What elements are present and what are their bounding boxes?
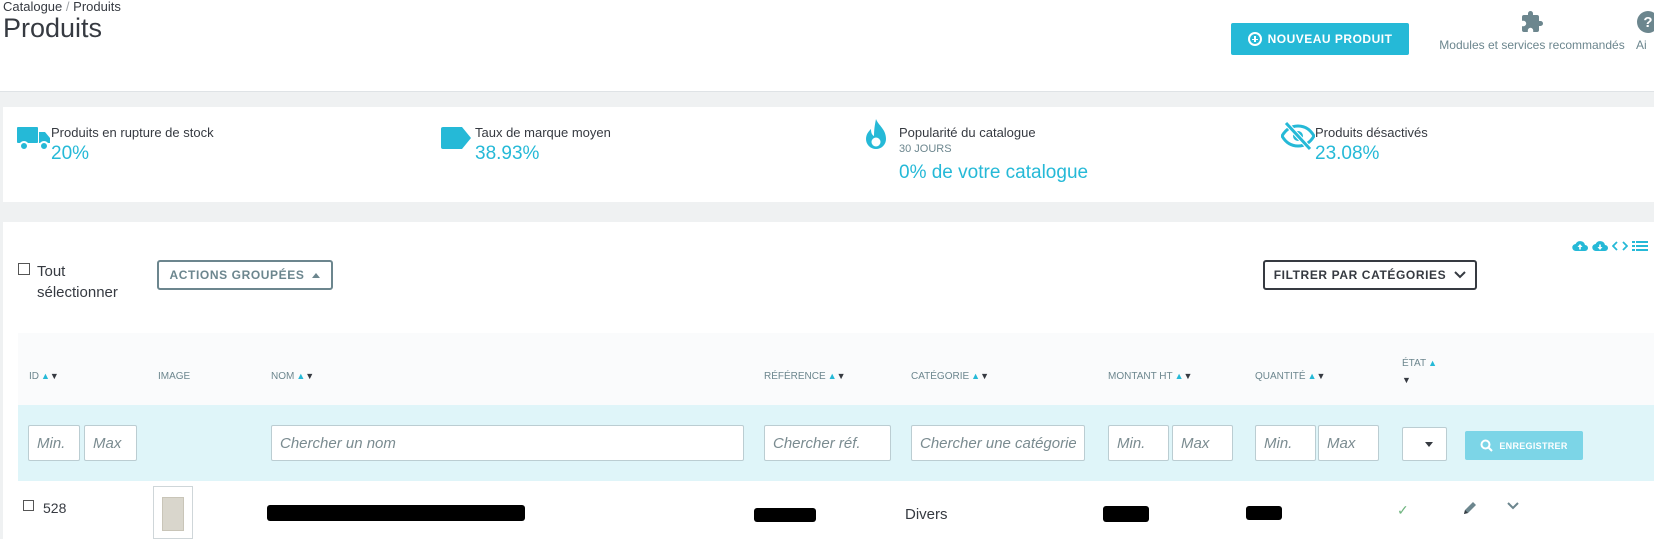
- column-label: QUANTITÉ: [1255, 371, 1306, 382]
- kpi-value: 0% de votre catalogue: [899, 162, 1089, 183]
- help-icon: ?: [1637, 11, 1654, 33]
- column-header-id: ID ▲▼: [29, 371, 59, 382]
- enabled-check-icon[interactable]: ✓: [1397, 502, 1409, 519]
- kpi-value: 23.08%: [1315, 143, 1380, 164]
- kpi-catalogue-popularity[interactable]: Popularité du catalogue 30 JOURS 0% de v…: [851, 107, 1266, 202]
- bulk-actions-button[interactable]: ACTIONS GROUPÉES: [157, 260, 333, 290]
- chevron-down-icon: [1454, 271, 1466, 279]
- sort-icon[interactable]: ▲▼: [1175, 371, 1193, 381]
- help-label: Ai: [1636, 38, 1647, 52]
- kpi-value: 20%: [51, 143, 90, 164]
- breadcrumb: Catalogue / Produits: [3, 0, 121, 14]
- row-id: 528: [43, 500, 67, 516]
- column-header-quantity: QUANTITÉ ▲▼: [1255, 371, 1325, 382]
- table-tools: [1572, 239, 1648, 252]
- reference-search-input[interactable]: [764, 425, 891, 461]
- redacted-reference: [754, 508, 816, 522]
- id-max-input[interactable]: [84, 425, 137, 461]
- select-all-checkbox[interactable]: [18, 263, 30, 275]
- sort-icon[interactable]: ▲▼: [1308, 371, 1326, 381]
- filter-by-categories-button[interactable]: FILTRER PAR CATÉGORIES: [1263, 260, 1477, 290]
- breadcrumb-separator: /: [65, 0, 70, 14]
- select-all-label[interactable]: Tout sélectionner: [37, 261, 127, 303]
- state-filter-select[interactable]: [1402, 427, 1447, 461]
- puzzle-icon: [1522, 11, 1543, 32]
- search-icon: [1480, 439, 1494, 452]
- column-label: ID: [29, 371, 39, 382]
- eye-slash-icon: [1281, 121, 1315, 151]
- page-title: Produits: [3, 13, 103, 43]
- filter-by-categories-label: FILTRER PAR CATÉGORIES: [1273, 268, 1447, 282]
- sort-icon[interactable]: ▲▼: [41, 371, 59, 381]
- column-label: NOM: [271, 371, 295, 382]
- row-select-checkbox[interactable]: [23, 500, 34, 511]
- sort-icon[interactable]: ▲▼: [828, 371, 846, 381]
- kpi-average-margin[interactable]: Taux de marque moyen 38.93%: [427, 107, 842, 202]
- redacted-product-name[interactable]: [267, 505, 525, 521]
- column-label: ÉTAT: [1402, 358, 1427, 369]
- quantity-min-input[interactable]: [1255, 425, 1316, 461]
- kpi-value: 38.93%: [475, 143, 540, 164]
- recommended-modules-label: Modules et services recommandés: [1439, 38, 1625, 52]
- column-label: CATÉGORIE: [911, 371, 970, 382]
- row-category: Divers: [905, 506, 948, 523]
- sort-icon[interactable]: ▲▼: [296, 371, 314, 381]
- add-circle-icon: [1247, 32, 1262, 46]
- column-label: RÉFÉRENCE: [764, 371, 826, 382]
- kpi-period: 30 JOURS: [899, 143, 952, 155]
- column-header-reference: RÉFÉRENCE ▲▼: [764, 371, 846, 382]
- kpi-label: Popularité du catalogue: [899, 125, 1036, 140]
- save-filter-button[interactable]: ENREGISTRER: [1465, 431, 1583, 460]
- code-icon[interactable]: [1611, 239, 1629, 251]
- redacted-price: [1103, 506, 1149, 522]
- quantity-max-input[interactable]: [1318, 425, 1379, 461]
- help-link[interactable]: ? Ai: [1636, 10, 1654, 52]
- truck-icon: [17, 127, 50, 151]
- bulk-actions-label: ACTIONS GROUPÉES: [169, 268, 305, 282]
- column-label: MONTANT HT: [1108, 371, 1173, 382]
- breadcrumb-current: Produits: [73, 0, 121, 14]
- recommended-modules-link[interactable]: Modules et services recommandés: [1434, 10, 1630, 52]
- caret-down-icon: [1425, 442, 1433, 447]
- column-header-image: IMAGE: [158, 371, 191, 382]
- name-search-input[interactable]: [271, 425, 744, 461]
- product-thumbnail: [153, 486, 193, 539]
- new-product-label: NOUVEAU PRODUIT: [1267, 32, 1393, 46]
- export-cloud-icon[interactable]: [1572, 239, 1588, 252]
- kpi-label: Taux de marque moyen: [475, 125, 611, 140]
- kpi-disabled-products[interactable]: Produits désactivés 23.08%: [1267, 107, 1654, 202]
- new-product-button[interactable]: NOUVEAU PRODUIT: [1231, 23, 1409, 55]
- id-min-input[interactable]: [28, 425, 80, 461]
- category-search-input[interactable]: [911, 425, 1085, 461]
- chevron-down-icon[interactable]: [1506, 501, 1520, 511]
- kpi-panel: Produits en rupture de stock 20% Taux de…: [3, 107, 1654, 202]
- edit-pencil-icon[interactable]: [1462, 500, 1478, 516]
- caret-up-icon: [312, 272, 321, 278]
- kpi-out-of-stock[interactable]: Produits en rupture de stock 20%: [3, 107, 418, 202]
- flame-icon: [866, 119, 886, 149]
- column-header-price: MONTANT HT ▲▼: [1108, 371, 1192, 382]
- column-header-state: ÉTAT ▲ ▼: [1402, 355, 1437, 389]
- kpi-label: Produits désactivés: [1315, 125, 1428, 140]
- kpi-label: Produits en rupture de stock: [51, 125, 214, 140]
- column-header-category: CATÉGORIE ▲▼: [911, 371, 989, 382]
- breadcrumb-catalogue[interactable]: Catalogue: [3, 0, 62, 14]
- column-header-name: NOM ▲▼: [271, 371, 314, 382]
- redacted-quantity: [1246, 506, 1282, 520]
- sort-icon[interactable]: ▲▼: [971, 371, 989, 381]
- import-cloud-icon[interactable]: [1592, 239, 1608, 252]
- list-icon[interactable]: [1632, 239, 1648, 251]
- price-min-input[interactable]: [1108, 425, 1169, 461]
- price-max-input[interactable]: [1172, 425, 1233, 461]
- svg-text:?: ?: [1643, 14, 1652, 31]
- save-filter-label: ENREGISTRER: [1499, 440, 1568, 451]
- tag-icon: [441, 127, 471, 149]
